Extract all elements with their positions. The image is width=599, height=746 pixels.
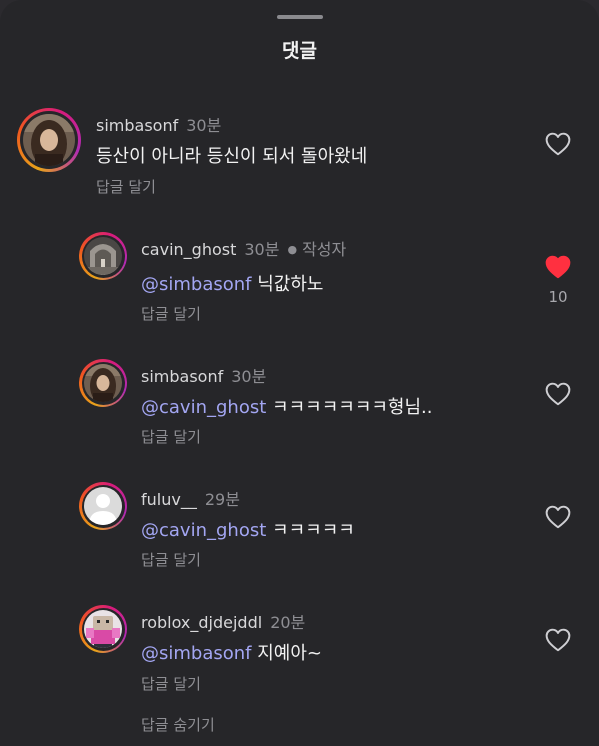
separator-dot: ● xyxy=(287,243,298,256)
comment-body: ㅋㅋㅋㅋㅋ xyxy=(272,520,355,541)
comment-time: 30분 xyxy=(186,116,222,135)
hide-replies-button[interactable]: 답글 숨기기 xyxy=(141,714,215,735)
reply-button[interactable]: 답글 달기 xyxy=(141,303,201,324)
user-photo xyxy=(84,364,122,402)
heart-icon[interactable] xyxy=(545,505,571,529)
comment-mention[interactable]: @cavin_ghost xyxy=(141,520,266,541)
drag-handle[interactable] xyxy=(277,15,323,19)
comment-text: @simbasonf 닉값하노 xyxy=(141,270,324,296)
reply-button[interactable]: 답글 달기 xyxy=(141,426,201,447)
comments-sheet: 댓글 simbasonf 30분 등산이 아니라 등신이 되서 돌아왔네 답글 달… xyxy=(0,0,599,746)
author-badge: 작성자 xyxy=(302,240,347,259)
avatar[interactable] xyxy=(79,482,127,530)
comment-time: 30분 xyxy=(244,240,280,259)
default-avatar-icon xyxy=(84,487,122,525)
comment-body: 등산이 아니라 등신이 되서 돌아왔네 xyxy=(96,146,368,167)
comment-body: 지예아~ xyxy=(257,643,323,664)
user-photo xyxy=(84,237,122,275)
comment-text: @cavin_ghost ㅋㅋㅋㅋㅋ xyxy=(141,516,355,542)
reply-button[interactable]: 답글 달기 xyxy=(141,549,201,570)
user-photo xyxy=(23,114,75,166)
comment-time: 30분 xyxy=(231,367,267,386)
comment-time: 29분 xyxy=(204,490,240,509)
comment-mention[interactable]: @simbasonf xyxy=(141,274,252,295)
comment-time: 20분 xyxy=(270,613,306,632)
avatar[interactable] xyxy=(79,232,127,280)
heart-icon[interactable] xyxy=(545,382,571,406)
comment-body: 닉값하노 xyxy=(257,274,324,295)
comment-username[interactable]: fuluv__ xyxy=(141,490,197,509)
comment-text: @cavin_ghost ㅋㅋㅋㅋㅋㅋㅋ형님.. xyxy=(141,393,433,419)
user-photo xyxy=(84,610,122,648)
comment-username[interactable]: cavin_ghost xyxy=(141,240,236,259)
avatar[interactable] xyxy=(79,359,127,407)
comment-username[interactable]: simbasonf xyxy=(141,367,223,386)
heart-icon[interactable] xyxy=(545,132,571,156)
comment-username[interactable]: roblox_djdejddl xyxy=(141,613,262,632)
comment-mention[interactable]: @simbasonf xyxy=(141,643,252,664)
avatar[interactable] xyxy=(17,108,81,172)
comment-text: @simbasonf 지예아~ xyxy=(141,639,322,665)
heart-icon[interactable] xyxy=(545,628,571,652)
reply-button[interactable]: 답글 달기 xyxy=(141,673,201,694)
like-count: 10 xyxy=(548,288,568,306)
comment-mention[interactable]: @cavin_ghost xyxy=(141,397,266,418)
comment-body: ㅋㅋㅋㅋㅋㅋㅋ형님.. xyxy=(272,397,433,418)
reply-button[interactable]: 답글 달기 xyxy=(96,176,156,197)
avatar[interactable] xyxy=(79,605,127,653)
heart-filled-icon[interactable] xyxy=(545,255,571,279)
comment-text: 등산이 아니라 등신이 되서 돌아왔네 xyxy=(96,142,367,168)
sheet-title: 댓글 xyxy=(282,40,317,62)
comment-username[interactable]: simbasonf xyxy=(96,116,178,135)
